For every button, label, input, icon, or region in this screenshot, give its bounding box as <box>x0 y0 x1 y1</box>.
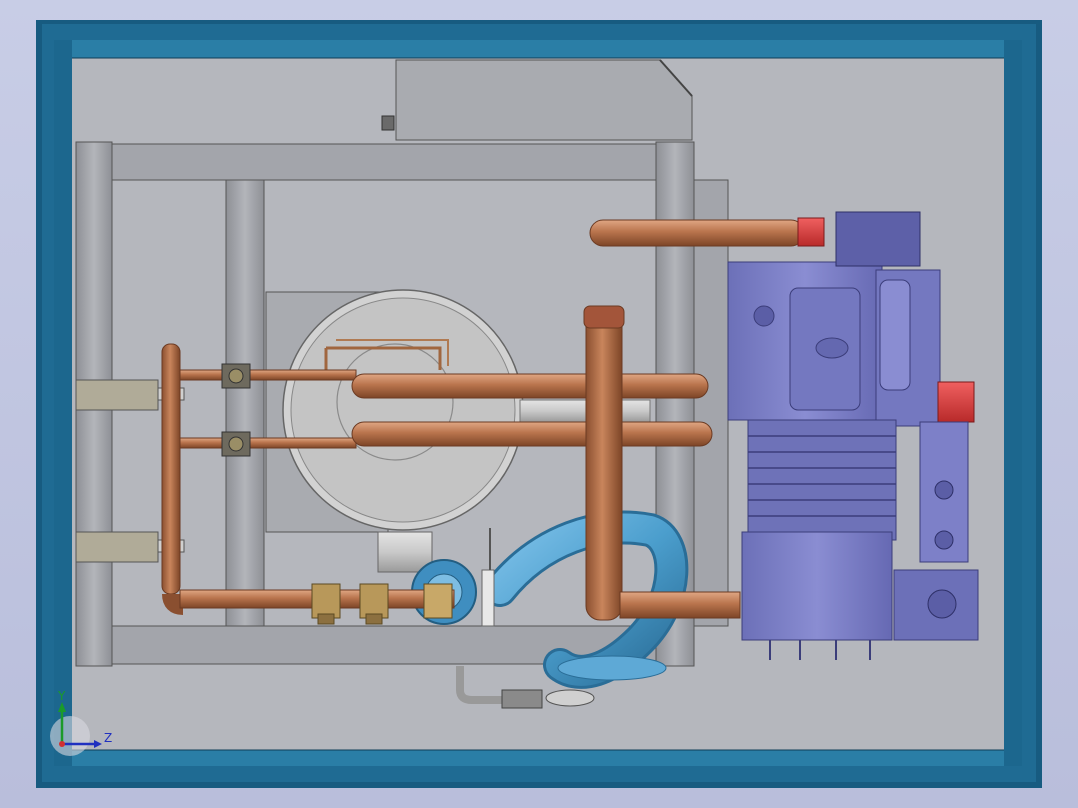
cad-viewport[interactable]: Y Z <box>0 0 1078 808</box>
brass-valve-3[interactable] <box>423 583 453 619</box>
compressor[interactable] <box>727 211 979 660</box>
brass-valve-2[interactable] <box>359 583 389 625</box>
valve-upper[interactable] <box>221 363 251 389</box>
axis-y-label: Y <box>57 689 66 703</box>
brass-valve-1[interactable] <box>311 583 341 625</box>
control-cabinet[interactable] <box>381 59 693 141</box>
valve-lower[interactable] <box>221 431 251 457</box>
axis-z-label: Z <box>104 731 112 745</box>
